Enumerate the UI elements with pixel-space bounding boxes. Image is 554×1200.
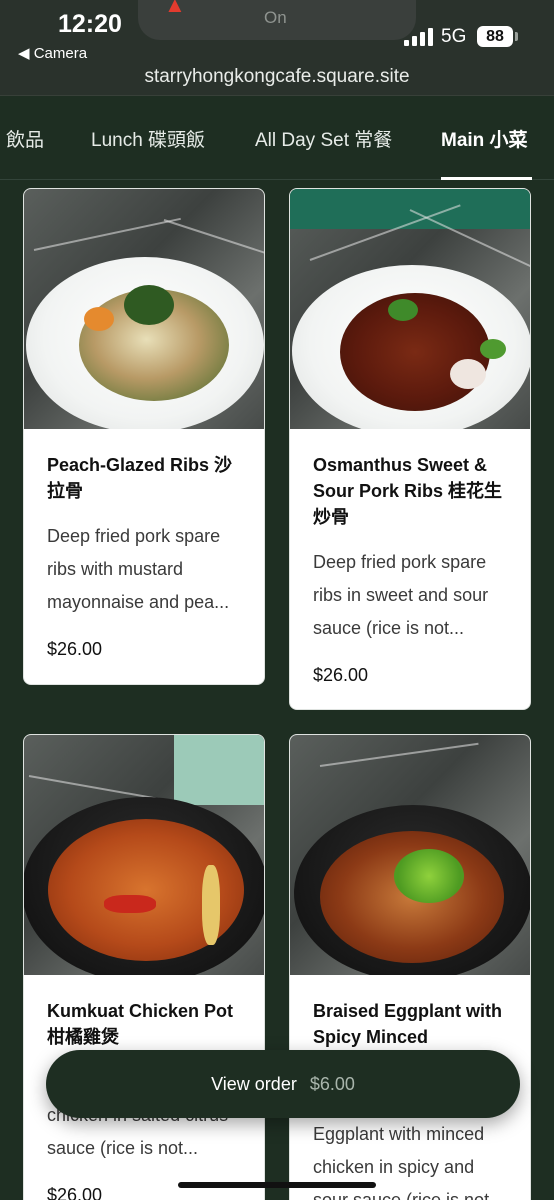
item-description: Deep fried pork spare ribs in sweet and …	[313, 552, 489, 638]
menu-item-card[interactable]: Peach-Glazed Ribs 沙 拉骨 Deep fried pork s…	[23, 188, 265, 685]
item-title: Braised Eggplant with Spicy Minced	[313, 1001, 503, 1047]
item-description: Deep fried pork spare ribs with mustard …	[47, 526, 230, 612]
item-title: Peach-Glazed Ribs 沙 拉骨	[47, 455, 233, 501]
dish-photo	[290, 189, 530, 429]
menu-item-card[interactable]: Osmanthus Sweet & Sour Pork Ribs 桂花生 炒骨 …	[289, 188, 531, 710]
muted-bell-icon: ▲	[164, 0, 186, 17]
url-bar[interactable]: starryhongkongcafe.square.site	[0, 60, 554, 96]
dish-photo	[24, 735, 264, 975]
category-tabs: 飲品 Lunch 碟頭飯 All Day Set 常餐 Main 小菜	[0, 96, 554, 180]
active-tab-indicator	[441, 177, 532, 180]
battery-icon: 88	[477, 26, 513, 47]
url-text[interactable]: starryhongkongcafe.square.site	[0, 66, 554, 88]
item-price: $26.00	[47, 639, 103, 659]
status-time: 12:20	[58, 10, 122, 38]
tab-all-day-set[interactable]: All Day Set 常餐	[255, 125, 392, 152]
status-bar: 12:20 ◀ Camera ▲ On 5G 88	[0, 0, 554, 62]
tab-main[interactable]: Main 小菜	[441, 125, 528, 152]
menu-item-card[interactable]: Braised Eggplant with Spicy Minced Eggpl…	[289, 734, 531, 1200]
item-price: $26.00	[313, 665, 369, 685]
island-status-text: On	[264, 8, 287, 27]
dynamic-island: ▲ On	[138, 0, 416, 40]
view-order-button[interactable]: View order $6.00	[46, 1050, 520, 1118]
tab-drinks[interactable]: 飲品	[6, 125, 44, 152]
cellular-signal-icon	[404, 28, 434, 46]
battery-tip	[515, 32, 518, 41]
dish-photo	[290, 735, 530, 975]
home-indicator[interactable]	[178, 1182, 376, 1188]
menu-item-card[interactable]: Kumkuat Chicken Pot 柑橘雞煲 chicken in salt…	[23, 734, 265, 1200]
tab-lunch[interactable]: Lunch 碟頭飯	[91, 125, 205, 152]
item-price: $26.00	[47, 1185, 103, 1200]
network-type: 5G	[441, 26, 467, 47]
dish-photo	[24, 189, 264, 429]
item-title: Osmanthus Sweet & Sour Pork Ribs 桂花生 炒骨	[313, 455, 503, 527]
order-total: $6.00	[309, 1074, 355, 1094]
item-title: Kumkuat Chicken Pot 柑橘雞煲	[47, 1001, 234, 1047]
view-order-label: View order	[211, 1074, 297, 1094]
